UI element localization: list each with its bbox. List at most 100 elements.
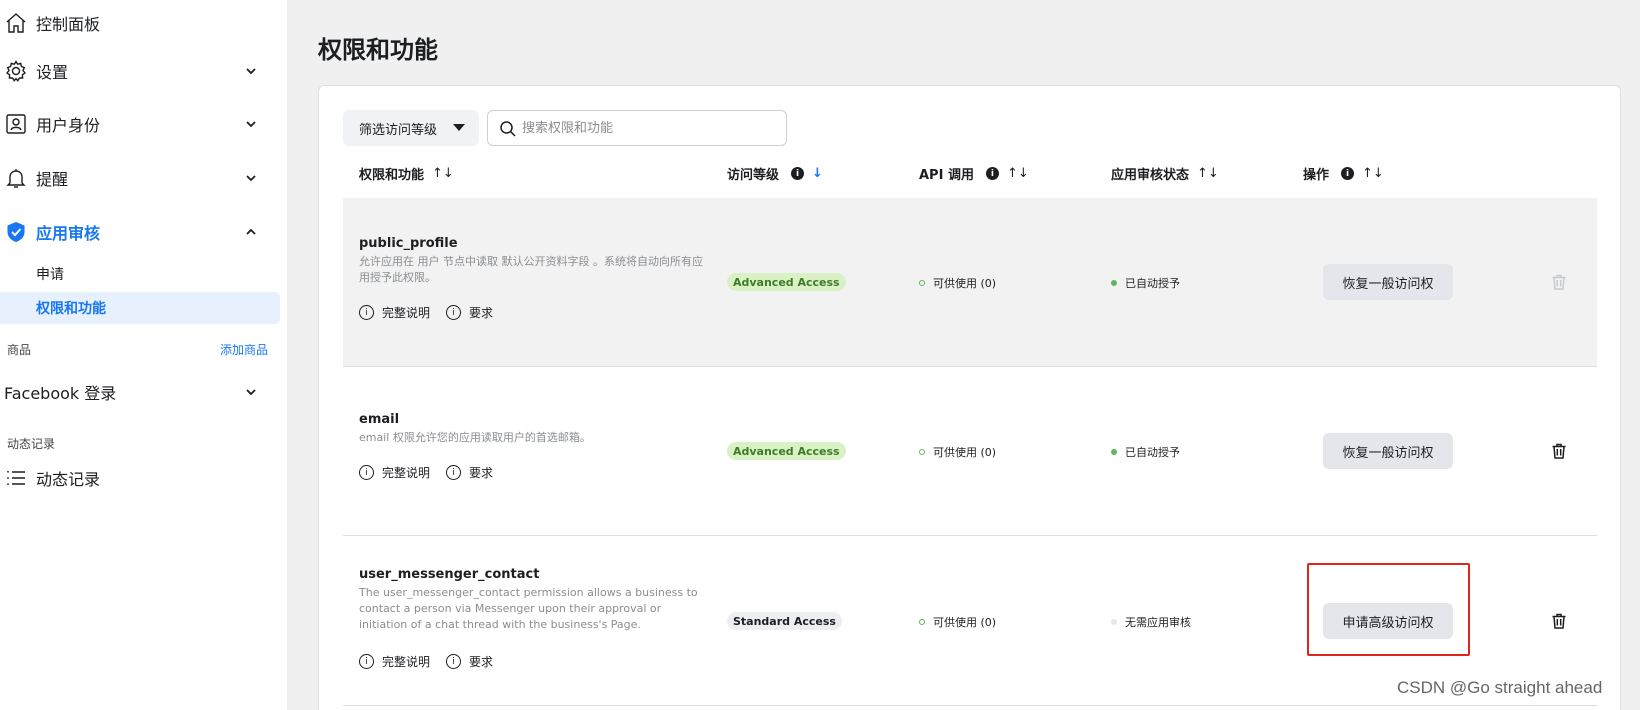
bell-icon — [4, 166, 28, 190]
full-description-label: 完整说明 — [382, 466, 431, 480]
watermark: CSDN @Go straight ahead — [1397, 678, 1603, 697]
info-circle-icon: i — [359, 465, 374, 480]
sort-icon: ↑↓ — [1197, 166, 1219, 181]
column-header-api-calls[interactable]: API 调用 i ↑↓ — [919, 164, 1029, 183]
permission-name: public_profile — [359, 236, 458, 251]
chevron-down-icon — [243, 116, 259, 132]
review-status: 已自动授予 — [1111, 275, 1180, 291]
nav-alerts-label: 提醒 — [36, 170, 69, 189]
review-status-label: 已自动授予 — [1125, 446, 1180, 459]
sort-icon: ↑↓ — [432, 166, 454, 181]
add-product-link[interactable]: 添加商品 — [220, 341, 268, 358]
column-header-permission[interactable]: 权限和功能 ↑↓ — [359, 164, 454, 183]
requirements-link[interactable]: i 要求 — [446, 464, 493, 481]
trash-icon[interactable] — [1550, 442, 1568, 460]
review-status: 已自动授予 — [1111, 444, 1180, 460]
info-circle-icon: i — [359, 305, 374, 320]
full-description-label: 完整说明 — [382, 655, 431, 669]
api-status: 可供使用 (0) — [919, 275, 996, 291]
trash-icon[interactable] — [1550, 612, 1568, 630]
search-input[interactable] — [522, 117, 772, 139]
restore-standard-access-button[interactable]: 恢复一般访问权 — [1323, 433, 1453, 469]
requirements-link[interactable]: i 要求 — [446, 653, 493, 670]
nav-settings-label: 设置 — [36, 63, 69, 82]
access-level-badge: Advanced Access — [727, 273, 846, 291]
review-status-label: 已自动授予 — [1125, 277, 1180, 290]
sort-icon: ↑↓ — [1006, 166, 1029, 181]
api-status: 可供使用 (0) — [919, 614, 996, 630]
nav-activity-log[interactable]: 动态记录 — [0, 458, 280, 498]
list-icon — [4, 466, 28, 490]
subnav-requests[interactable]: 申请 — [0, 258, 280, 290]
nav-app-review-label: 应用审核 — [36, 224, 101, 243]
chevron-down-icon — [243, 63, 259, 79]
info-circle-icon: i — [359, 654, 374, 669]
full-description-link[interactable]: i 完整说明 — [359, 304, 430, 321]
sidebar: 控制面板 设置 用户身份 提醒 应用审核 申请 权限和功能 商品 添加商品 Fa… — [0, 0, 287, 710]
requirements-label: 要求 — [469, 466, 494, 480]
column-header-access-level[interactable]: 访问等级 i ↓ — [727, 164, 823, 183]
sort-down-icon: ↓ — [812, 166, 823, 181]
nav-facebook-login[interactable]: Facebook 登录 — [0, 372, 280, 412]
column-header-review-status[interactable]: 应用审核状态 ↑↓ — [1111, 164, 1219, 183]
column-access-label: 访问等级 — [727, 168, 780, 183]
trash-icon — [1550, 273, 1568, 291]
filter-access-level-button[interactable]: 筛选访问等级 — [343, 110, 479, 146]
status-dot-icon — [919, 280, 925, 286]
status-dot-icon — [919, 449, 925, 455]
requirements-label: 要求 — [469, 655, 494, 669]
table-row: email email 权限允许您的应用读取用户的首选邮箱。 i 完整说明 i 要求… — [343, 367, 1597, 536]
nav-dashboard[interactable]: 控制面板 — [0, 3, 280, 43]
nav-settings[interactable]: 设置 — [0, 51, 280, 91]
access-level-badge: Standard Access — [727, 612, 842, 630]
info-icon[interactable]: i — [985, 167, 999, 180]
info-icon[interactable]: i — [1341, 167, 1355, 180]
page-title: 权限和功能 — [318, 36, 438, 64]
nav-app-review[interactable]: 应用审核 — [0, 212, 280, 252]
gear-icon — [4, 59, 28, 83]
subnav-permissions-features[interactable]: 权限和功能 — [0, 292, 280, 324]
access-level-badge: Advanced Access — [727, 442, 846, 460]
search-box[interactable] — [487, 110, 787, 146]
permission-links: i 完整说明 i 要求 — [359, 304, 509, 321]
permission-name: email — [359, 412, 400, 427]
status-dot-icon — [1111, 619, 1117, 625]
caret-down-icon — [453, 124, 465, 131]
chevron-down-icon — [243, 170, 259, 186]
search-icon — [500, 121, 516, 137]
shield-check-icon — [4, 220, 28, 244]
column-action-label: 操作 — [1303, 168, 1330, 183]
review-status: 无需应用审核 — [1111, 614, 1191, 630]
products-section-label: 商品 — [7, 343, 32, 357]
activity-section-label: 动态记录 — [7, 437, 56, 451]
requirements-link[interactable]: i 要求 — [446, 304, 493, 321]
nav-alerts[interactable]: 提醒 — [0, 158, 280, 198]
requirements-label: 要求 — [469, 306, 494, 320]
full-description-link[interactable]: i 完整说明 — [359, 464, 430, 481]
review-status-label: 无需应用审核 — [1125, 616, 1191, 629]
info-icon[interactable]: i — [791, 167, 805, 180]
permission-links: i 完整说明 i 要求 — [359, 464, 509, 481]
permission-links: i 完整说明 i 要求 — [359, 653, 509, 670]
table-header: 权限和功能 ↑↓ 访问等级 i ↓ API 调用 i ↑↓ 应用审核状态 ↑↓ … — [343, 152, 1597, 192]
column-permission-label: 权限和功能 — [359, 168, 425, 183]
sort-icon: ↑↓ — [1362, 166, 1384, 181]
permission-description: email 权限允许您的应用读取用户的首选邮箱。 — [359, 431, 591, 444]
api-status-label: 可供使用 (0) — [933, 446, 997, 459]
info-circle-icon: i — [446, 654, 462, 669]
permission-name: user_messenger_contact — [359, 567, 540, 582]
full-description-label: 完整说明 — [382, 306, 431, 320]
column-header-actions[interactable]: 操作 i ↑↓ — [1303, 164, 1384, 183]
full-description-link[interactable]: i 完整说明 — [359, 653, 430, 670]
nav-activity-log-label: 动态记录 — [36, 470, 101, 489]
nav-facebook-login-label: Facebook 登录 — [4, 384, 117, 403]
api-status-label: 可供使用 (0) — [933, 277, 997, 290]
restore-standard-access-button[interactable]: 恢复一般访问权 — [1323, 264, 1453, 300]
api-status-label: 可供使用 (0) — [933, 616, 997, 629]
table-row: public_profile 允许应用在 用户 节点中读取 默认公开资料字段 。… — [343, 198, 1597, 367]
nav-roles[interactable]: 用户身份 — [0, 104, 280, 144]
id-badge-icon — [4, 112, 28, 136]
column-review-label: 应用审核状态 — [1111, 168, 1190, 183]
chevron-down-icon — [243, 384, 259, 400]
status-dot-icon — [1111, 280, 1117, 286]
